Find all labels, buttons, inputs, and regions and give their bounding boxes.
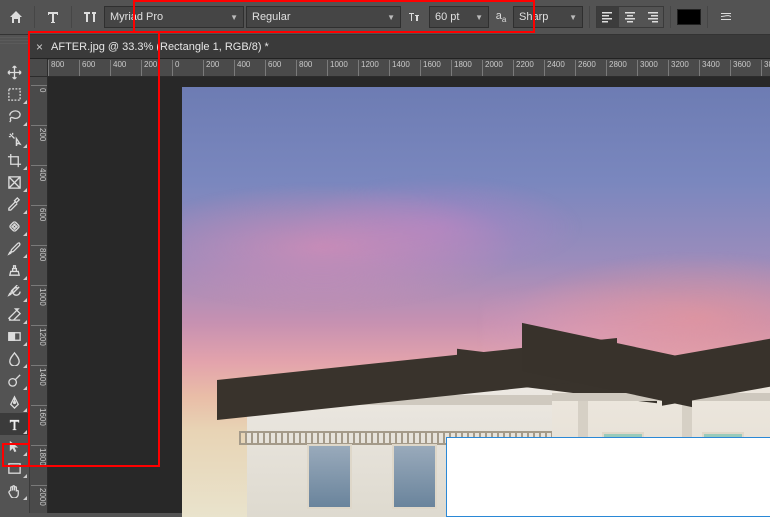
ruler-tick: 1200 [31, 325, 47, 346]
font-size-value: 60 pt [435, 11, 459, 23]
font-size-dropdown[interactable]: 60 pt ▼ [429, 6, 489, 28]
brush-tool[interactable] [0, 237, 28, 259]
document-tab-bar: × AFTER.jpg @ 33.3% (Rectangle 1, RGB/8)… [0, 35, 770, 59]
tools-panel [0, 35, 30, 513]
horizontal-ruler[interactable]: 8006004002000200400600800100012001400160… [48, 59, 770, 77]
spot-healing-tool[interactable] [0, 215, 28, 237]
ruler-tick: 3800 [761, 60, 770, 77]
ruler-tick: 2000 [482, 60, 503, 77]
document-canvas[interactable] [182, 87, 770, 517]
ruler-tick: 1000 [327, 60, 348, 77]
align-left-button[interactable] [597, 7, 619, 27]
pen-tool[interactable] [0, 391, 28, 413]
divider [71, 6, 72, 28]
ruler-tick: 600 [31, 205, 47, 221]
text-orientation-button[interactable] [78, 5, 102, 29]
ruler-tick: 200 [141, 60, 157, 77]
font-style-dropdown[interactable]: Regular ▼ [246, 6, 401, 28]
divider [670, 6, 671, 28]
close-tab-button[interactable]: × [36, 40, 43, 54]
ruler-tick: 800 [31, 245, 47, 261]
divider [707, 6, 708, 28]
chevron-down-icon: ▼ [387, 13, 395, 22]
ruler-tick: 1400 [389, 60, 410, 77]
align-right-button[interactable] [641, 7, 663, 27]
ruler-tick: 2800 [606, 60, 627, 77]
anti-alias-value: Sharp [519, 11, 548, 23]
chevron-down-icon: ▼ [230, 13, 238, 22]
ruler-tick: 2600 [575, 60, 596, 77]
font-family-value: Myriad Pro [110, 11, 163, 23]
ruler-tick: 1800 [31, 445, 47, 466]
warp-text-button[interactable] [714, 5, 738, 29]
ruler-tick: 600 [265, 60, 281, 77]
ruler-origin[interactable] [30, 59, 48, 77]
ruler-tick: 1600 [31, 405, 47, 426]
vertical-ruler[interactable]: 0 200 400 600 800 1000 1200 1400 1600 1800 2000 [30, 77, 48, 513]
canvas-area: 8006004002000200400600800100012001400160… [30, 59, 770, 513]
chevron-down-icon: ▼ [475, 13, 483, 22]
panel-handle[interactable] [0, 37, 30, 46]
document-tab-label[interactable]: AFTER.jpg @ 33.3% (Rectangle 1, RGB/8) * [51, 41, 269, 53]
quick-selection-tool[interactable] [0, 127, 28, 149]
ruler-tick: 1600 [420, 60, 441, 77]
font-style-value: Regular [252, 11, 291, 23]
path-selection-tool[interactable] [0, 435, 28, 457]
type-tool-icon[interactable] [41, 5, 65, 29]
text-box[interactable] [446, 437, 770, 517]
anti-alias-dropdown[interactable]: Sharp ▼ [513, 6, 583, 28]
ruler-tick: 2400 [544, 60, 565, 77]
marquee-tool[interactable] [0, 83, 28, 105]
eyedropper-tool[interactable] [0, 193, 28, 215]
rectangle-tool[interactable] [0, 457, 28, 479]
dodge-tool[interactable] [0, 369, 28, 391]
crop-tool[interactable] [0, 149, 28, 171]
ruler-tick: 3200 [668, 60, 689, 77]
history-brush-tool[interactable] [0, 281, 28, 303]
blur-tool[interactable] [0, 347, 28, 369]
ruler-tick: 400 [31, 165, 47, 181]
type-tool[interactable] [0, 413, 28, 435]
hand-tool[interactable] [0, 479, 28, 501]
ruler-tick: 1800 [451, 60, 472, 77]
move-tool[interactable] [0, 61, 28, 83]
ruler-tick: 3600 [730, 60, 751, 77]
ruler-tick: 3400 [699, 60, 720, 77]
align-center-button[interactable] [619, 7, 641, 27]
ruler-tick: 800 [296, 60, 312, 77]
font-size-icon [403, 5, 427, 29]
options-bar: Myriad Pro ▼ Regular ▼ 60 pt ▼ aa Sharp … [0, 0, 770, 35]
eraser-tool[interactable] [0, 303, 28, 325]
ruler-tick: 1400 [31, 365, 47, 386]
divider [589, 6, 590, 28]
font-family-dropdown[interactable]: Myriad Pro ▼ [104, 6, 244, 28]
ruler-tick: 2000 [31, 485, 47, 506]
clone-stamp-tool[interactable] [0, 259, 28, 281]
ruler-tick: 200 [203, 60, 219, 77]
lasso-tool[interactable] [0, 105, 28, 127]
text-color-swatch[interactable] [677, 9, 701, 25]
chevron-down-icon: ▼ [569, 13, 577, 22]
ruler-tick: 0 [172, 60, 179, 77]
ruler-tick: 200 [31, 125, 47, 141]
ruler-tick: 2200 [513, 60, 534, 77]
ruler-tick: 400 [234, 60, 250, 77]
ruler-tick: 3000 [637, 60, 658, 77]
ruler-tick: 600 [79, 60, 95, 77]
anti-alias-icon: aa [491, 5, 511, 29]
ruler-tick: 1000 [31, 285, 47, 306]
home-button[interactable] [4, 5, 28, 29]
ruler-tick: 0 [31, 85, 47, 92]
ruler-tick: 400 [110, 60, 126, 77]
gradient-tool[interactable] [0, 325, 28, 347]
ruler-tick: 1200 [358, 60, 379, 77]
divider [34, 6, 35, 28]
frame-tool[interactable] [0, 171, 28, 193]
ruler-tick: 800 [48, 60, 64, 77]
text-align-group [596, 6, 664, 28]
